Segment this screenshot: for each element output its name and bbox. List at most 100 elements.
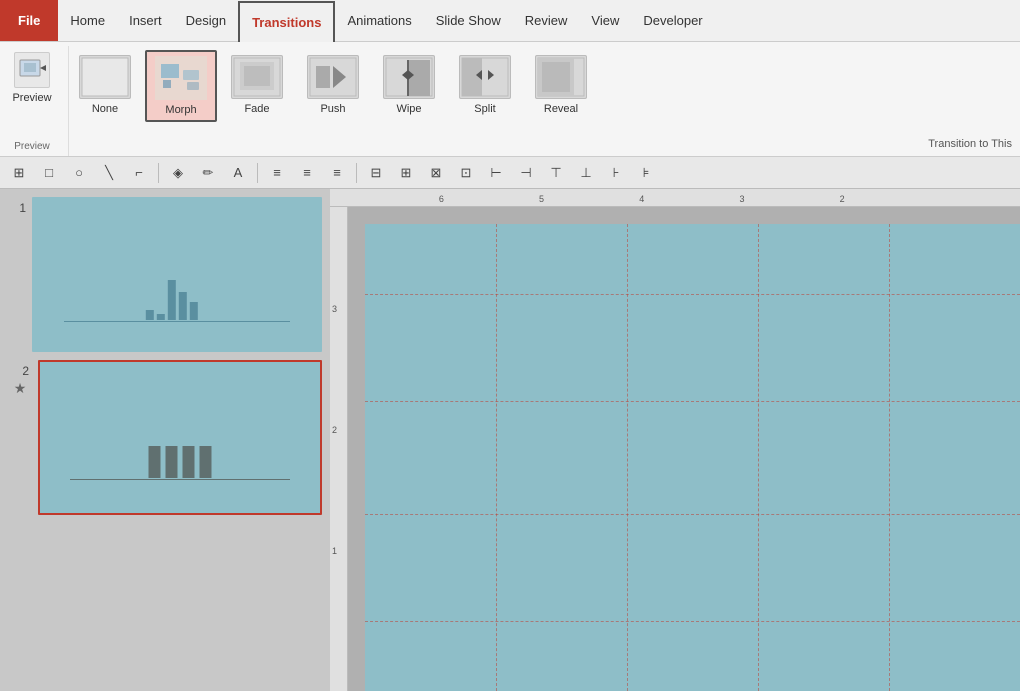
reveal-icon [535, 55, 587, 99]
transition-morph[interactable]: Morph [145, 50, 217, 122]
tool-ellipse[interactable]: ○ [66, 160, 92, 186]
slide-thumbnail-1[interactable] [32, 197, 322, 352]
tool-align-right[interactable]: ≡ [324, 160, 350, 186]
reveal-svg [536, 56, 586, 98]
transitions-list: None Morph [69, 46, 1012, 122]
ruler-h-5: 5 [539, 194, 544, 204]
transition-wipe[interactable]: Wipe [373, 50, 445, 120]
bar4 [179, 292, 187, 320]
tool-table[interactable]: ⊞ [6, 160, 32, 186]
slide-item-1: 1 [8, 197, 322, 352]
menu-developer[interactable]: Developer [631, 0, 714, 41]
morph-svg [155, 56, 207, 100]
preview-svg-icon [18, 56, 46, 84]
tool-fill[interactable]: ◈ [165, 160, 191, 186]
menu-animations[interactable]: Animations [335, 0, 423, 41]
tool-group1[interactable]: ⊟ [363, 160, 389, 186]
grid-col-4 [889, 224, 890, 691]
grid-col-1 [496, 224, 497, 691]
grid-col-3 [758, 224, 759, 691]
tool-group7[interactable]: ⊤ [543, 160, 569, 186]
transition-none[interactable]: None [69, 50, 141, 120]
editing-area[interactable]: 6 5 4 3 2 3 2 1 [330, 189, 1020, 691]
bar2-1 [149, 446, 161, 478]
transition-push[interactable]: Push [297, 50, 369, 120]
slide-number-2: 2 [11, 360, 29, 378]
wipe-icon [383, 55, 435, 99]
none-svg [80, 56, 130, 98]
tool-corner[interactable]: ⌐ [126, 160, 152, 186]
tool-pen[interactable]: ✏ [195, 160, 221, 186]
transition-reveal[interactable]: Reveal [525, 50, 597, 120]
morph-wrapper: Morph [145, 50, 217, 122]
toolbar-sep-2 [257, 163, 258, 183]
tool-group10[interactable]: ⊧ [633, 160, 659, 186]
push-icon [307, 55, 359, 99]
wipe-svg [384, 56, 434, 98]
slides-panel: 1 2 ★ [0, 189, 330, 691]
slide-item-2: 2 ★ [8, 360, 322, 515]
tool-group5[interactable]: ⊢ [483, 160, 509, 186]
morph-label: Morph [165, 104, 196, 116]
slide2-meta: 2 ★ [8, 360, 32, 397]
bar1 [146, 310, 154, 320]
menu-view[interactable]: View [579, 0, 631, 41]
menu-insert[interactable]: Insert [117, 0, 174, 41]
split-icon [459, 55, 511, 99]
bar3 [168, 280, 176, 320]
toolbar: ⊞ □ ○ ╲ ⌐ ◈ ✏ A ≡ ≡ ≡ ⊟ ⊞ ⊠ ⊡ ⊢ ⊣ ⊤ ⊥ ⊦ … [0, 157, 1020, 189]
push-svg [308, 56, 358, 98]
transition-split[interactable]: Split [449, 50, 521, 120]
menu-home[interactable]: Home [58, 0, 117, 41]
slide-thumbnail-2[interactable] [38, 360, 322, 515]
tool-align-left[interactable]: ≡ [264, 160, 290, 186]
tool-rect[interactable]: □ [36, 160, 62, 186]
bar2-3 [183, 446, 195, 478]
ruler-v-3: 3 [332, 304, 337, 314]
ruler-h-2: 2 [840, 194, 845, 204]
fade-label: Fade [244, 103, 269, 115]
bar2-2 [166, 446, 178, 478]
grid-line-2 [365, 401, 1020, 402]
grid-line-4 [365, 621, 1020, 622]
reveal-label: Reveal [544, 103, 578, 115]
slide1-chart [146, 280, 198, 320]
tool-text[interactable]: A [225, 160, 251, 186]
slide2-chart [149, 446, 212, 478]
tool-group3[interactable]: ⊠ [423, 160, 449, 186]
tool-line[interactable]: ╲ [96, 160, 122, 186]
tool-group6[interactable]: ⊣ [513, 160, 539, 186]
menu-transitions[interactable]: Transitions [238, 1, 335, 42]
tool-group8[interactable]: ⊥ [573, 160, 599, 186]
tool-align-center[interactable]: ≡ [294, 160, 320, 186]
menu-slideshow[interactable]: Slide Show [424, 0, 513, 41]
bar2-4 [200, 446, 212, 478]
slide-canvas[interactable] [365, 224, 1020, 691]
transition-to-this-label: Transition to This [928, 138, 1012, 150]
bar5 [190, 302, 198, 320]
grid-col-2 [627, 224, 628, 691]
fade-svg [232, 56, 282, 98]
transition-fade[interactable]: Fade [221, 50, 293, 120]
none-icon [79, 55, 131, 99]
tool-group4[interactable]: ⊡ [453, 160, 479, 186]
preview-button[interactable]: Preview [8, 50, 56, 106]
grid-line-3 [365, 514, 1020, 515]
slide-number-1: 1 [8, 197, 26, 215]
split-svg [460, 56, 510, 98]
file-tab[interactable]: File [0, 0, 58, 41]
menu-design[interactable]: Design [174, 0, 238, 41]
none-label: None [92, 103, 118, 115]
tool-group2[interactable]: ⊞ [393, 160, 419, 186]
morph-icon [155, 56, 207, 100]
tool-group9[interactable]: ⊦ [603, 160, 629, 186]
menu-review[interactable]: Review [513, 0, 580, 41]
slide2-baseline [70, 479, 290, 480]
toolbar-sep-1 [158, 163, 159, 183]
grid-line-1 [365, 294, 1020, 295]
toolbar-sep-3 [356, 163, 357, 183]
ruler-h-3: 3 [739, 194, 744, 204]
ruler-h-ticks: 6 5 4 3 2 [352, 189, 1020, 206]
slide2-star: ★ [14, 378, 27, 397]
ruler-vertical: 3 2 1 [330, 207, 348, 691]
